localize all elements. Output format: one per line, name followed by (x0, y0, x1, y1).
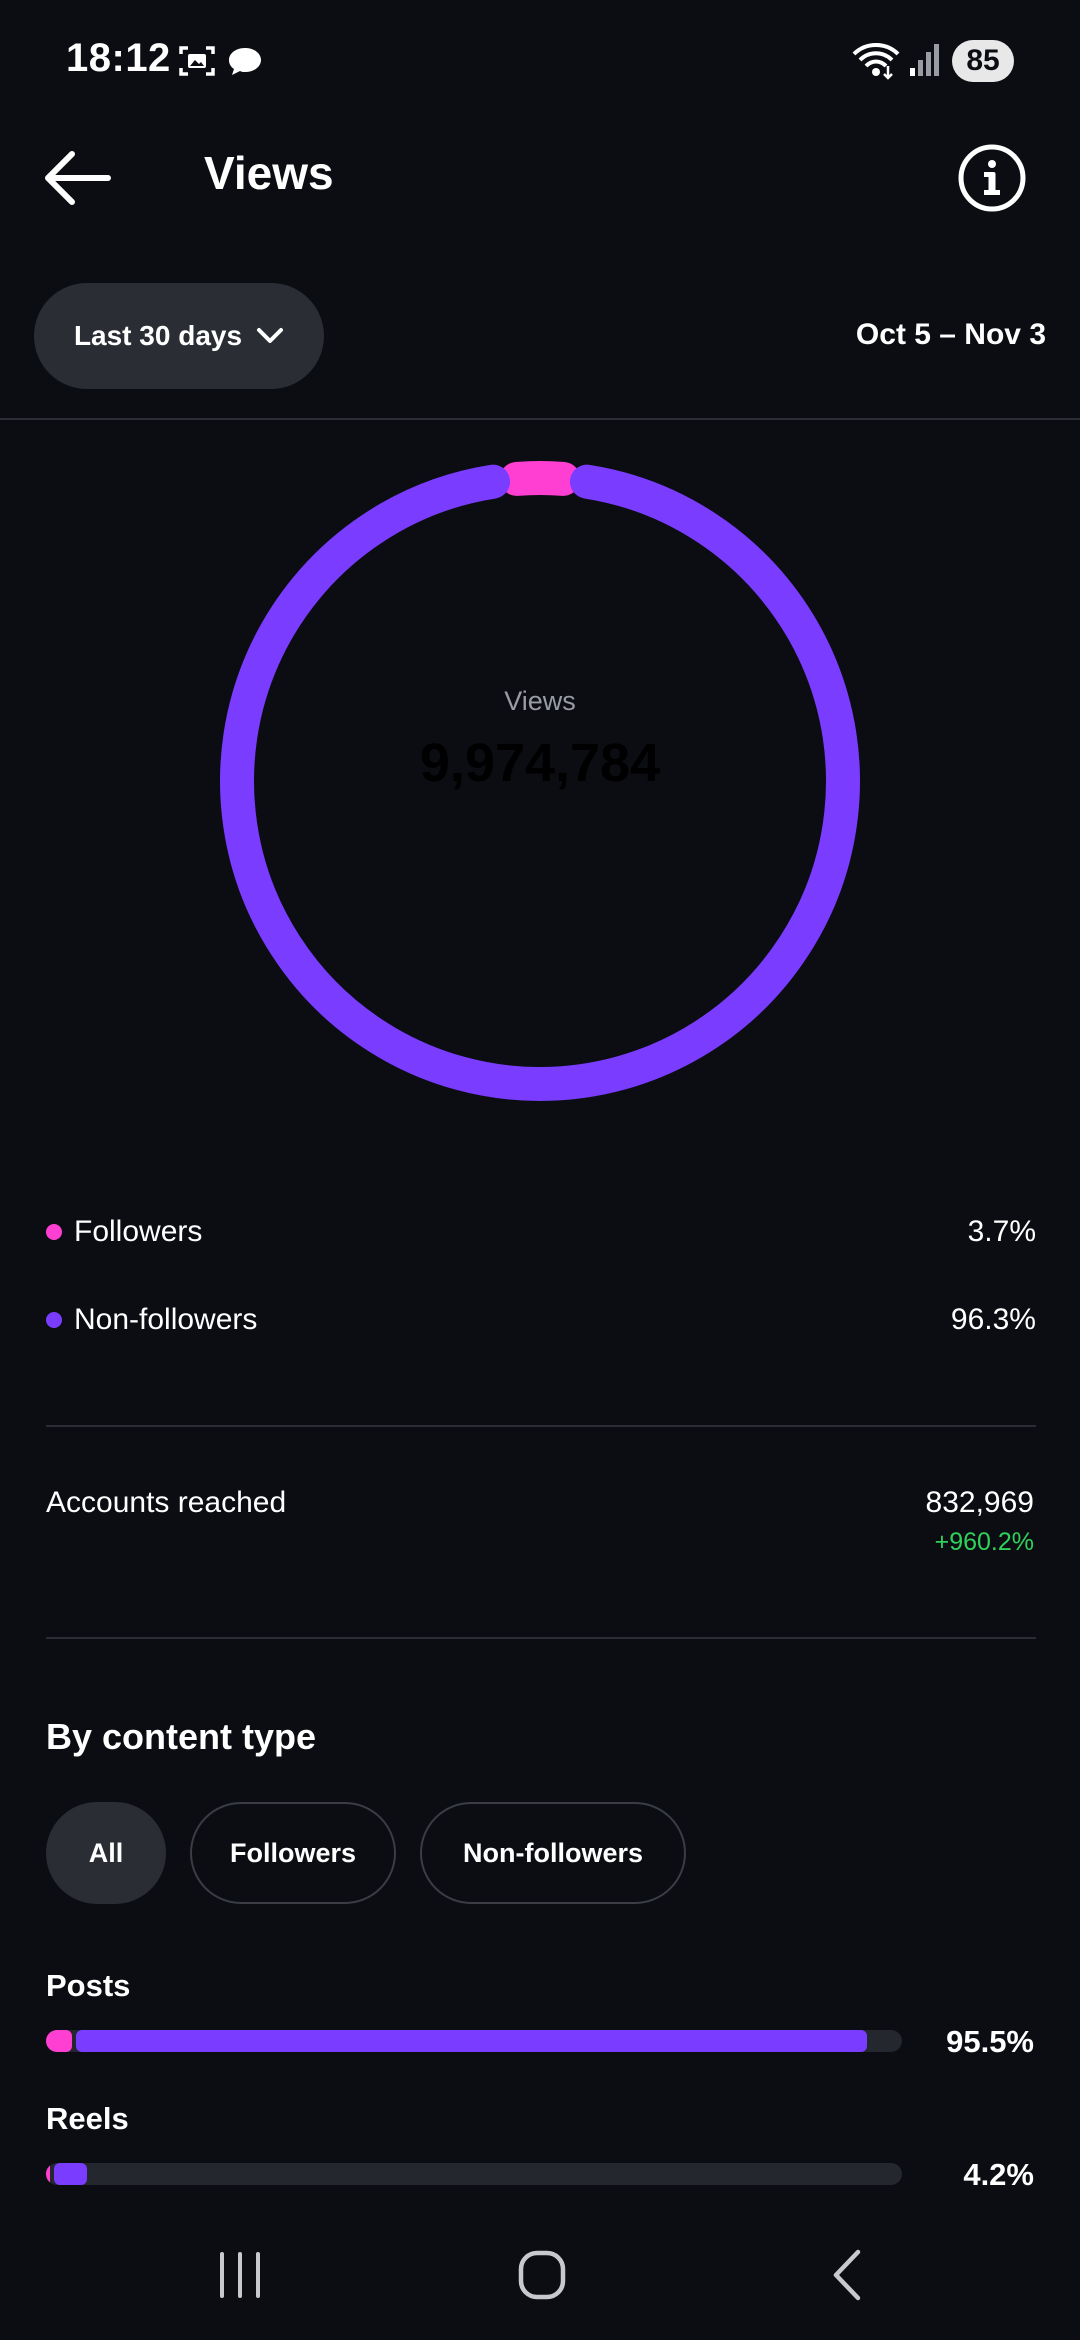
screenshot-icon (179, 46, 215, 76)
bar-segment-followers (46, 2163, 50, 2185)
legend-item-non-followers: Non-followers 96.3% (46, 1296, 1036, 1344)
bar-label-posts: Posts (46, 1968, 131, 2003)
legend-label: Non-followers (74, 1303, 258, 1336)
bar-segment-followers (46, 2030, 72, 2052)
chevron-down-icon (257, 328, 284, 343)
donut-center-value: 9,974,784 (419, 733, 661, 793)
date-range-dropdown[interactable]: Last 30 days (34, 283, 324, 389)
bar-percent-reels: 4.2% (963, 2157, 1034, 2192)
legend-label: Followers (74, 1215, 203, 1248)
views-insights-screen: 18:12 85 Views Last 30 days Oct 5 – Nov … (0, 0, 1080, 2340)
bar-track-reels (46, 2163, 902, 2185)
non-followers-dot-icon (46, 1312, 62, 1328)
info-button[interactable] (956, 142, 1028, 214)
filter-chip-all[interactable]: All (46, 1802, 166, 1904)
bar-segment-non-followers (75, 2030, 868, 2052)
date-range-text: Oct 5 – Nov 3 (855, 318, 1046, 351)
legend-value: 3.7% (967, 1215, 1036, 1248)
accounts-reached-label: Accounts reached (46, 1486, 287, 1519)
status-bar: 18:12 85 (0, 0, 1080, 120)
back-nav-icon[interactable] (806, 2240, 886, 2310)
legend-item-followers: Followers 3.7% (46, 1208, 1036, 1256)
accounts-reached-value: 832,969 (925, 1486, 1034, 1519)
battery-icon: 85 (952, 40, 1014, 82)
bar-segment-non-followers (54, 2163, 88, 2185)
bar-label-reels: Reels (46, 2101, 129, 2136)
recent-apps-icon[interactable] (200, 2240, 280, 2310)
divider (46, 1637, 1036, 1639)
section-title: By content type (46, 1716, 317, 1757)
legend-value: 96.3% (950, 1303, 1036, 1336)
bar-track-posts (46, 2030, 902, 2052)
chat-bubble-icon (229, 48, 261, 75)
filter-chip-followers[interactable]: Followers (190, 1802, 396, 1904)
divider (46, 1425, 1036, 1427)
home-icon[interactable] (502, 2240, 582, 2310)
donut-slice-followers (499, 461, 581, 496)
accounts-reached-change: +960.2% (934, 1528, 1034, 1556)
wifi-icon (852, 43, 900, 80)
page-title: Views (204, 147, 334, 199)
divider (0, 418, 1080, 420)
bar-percent-posts: 95.5% (946, 2024, 1034, 2059)
followers-dot-icon (46, 1224, 62, 1240)
donut-center-label: Views (504, 686, 576, 716)
date-range-label: Last 30 days (73, 320, 243, 351)
info-icon (958, 144, 1026, 212)
status-time: 18:12 (66, 36, 171, 80)
system-nav-bar (0, 2200, 1080, 2340)
back-button[interactable] (42, 146, 114, 210)
arrow-left-icon (45, 151, 111, 205)
signal-icon (910, 44, 939, 76)
filter-chip-non-followers[interactable]: Non-followers (420, 1802, 686, 1904)
